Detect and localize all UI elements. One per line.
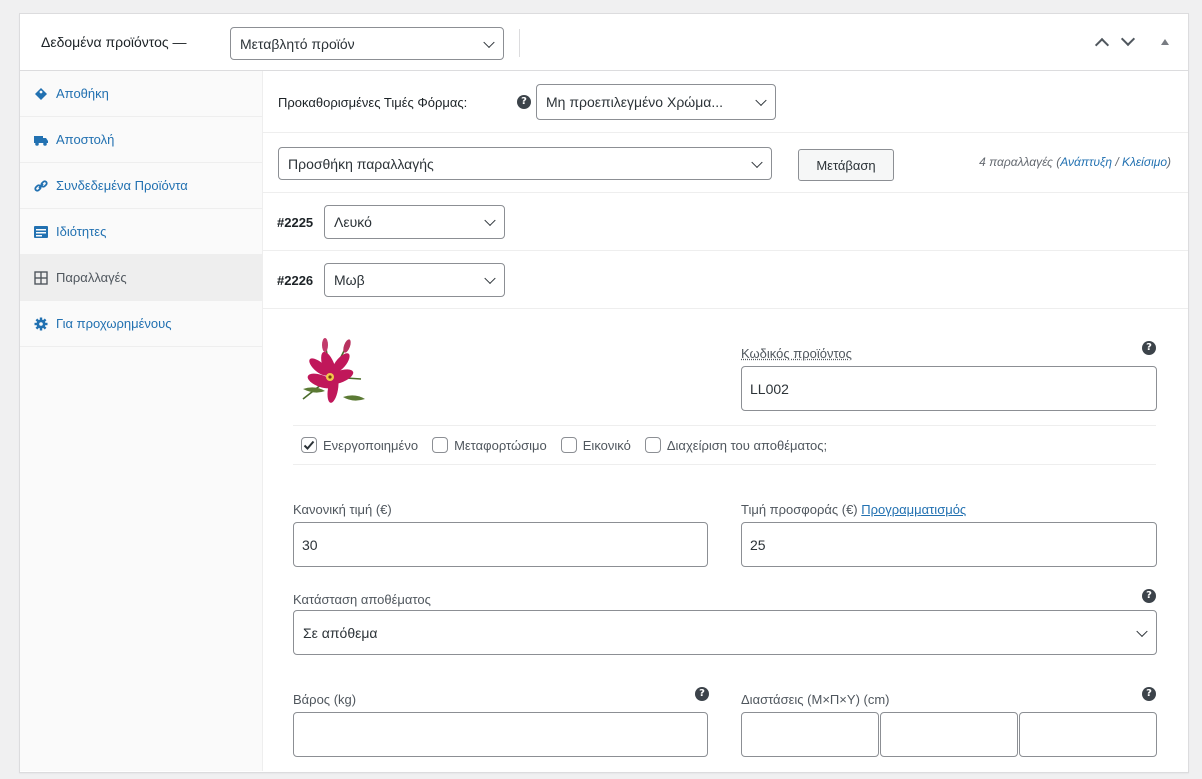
sku-label: Κωδικός προϊόντος <box>741 346 852 361</box>
chevron-down-icon <box>755 94 767 107</box>
checkbox-label: Εικονικό <box>582 437 631 453</box>
expand-all-link[interactable]: Ανάπτυξη <box>1060 155 1112 169</box>
checkmark-icon <box>303 440 315 450</box>
weight-input[interactable] <box>293 712 708 757</box>
caret-down-icon <box>1120 31 1136 47</box>
downloadable-checkbox[interactable]: Μεταφορτώσιμο <box>432 437 547 453</box>
variation-action-select[interactable]: Προσθήκη παραλλαγής <box>278 147 772 180</box>
tab-label: Αποστολή <box>56 132 115 147</box>
tab-linked-products[interactable]: Συνδεδεμένα Προϊόντα <box>20 163 262 209</box>
tab-label: Αποθήκη <box>56 86 109 101</box>
link-icon <box>34 179 48 193</box>
tab-label: Συνδεδεμένα Προϊόντα <box>56 178 188 193</box>
variation-options: Ενεργοποιημένο Μεταφορτώσιμο Εικονικό Δι… <box>293 425 1156 465</box>
variations-panel: Προκαθορισμένες Τιμές Φόρμας: ? Μη προεπ… <box>263 71 1188 771</box>
help-icon[interactable]: ? <box>695 687 709 701</box>
checkbox-label: Διαχείριση του αποθέματος; <box>666 437 828 453</box>
schedule-link[interactable]: Προγραμματισμός <box>861 502 966 517</box>
sale-price-label-text: Τιμή προσφοράς (€) <box>741 502 862 517</box>
dimensions-label: Διαστάσεις (Μ×Π×Υ) (cm) <box>741 692 890 707</box>
variation-attribute-value: Μωβ <box>334 272 365 288</box>
product-type-value: Μεταβλητό προϊόν <box>240 35 355 52</box>
product-type-select[interactable]: Μεταβλητό προϊόν <box>230 27 504 60</box>
stock-status-select[interactable]: Σε απόθεμα <box>293 610 1157 655</box>
variation-attribute-select[interactable]: Λευκό <box>324 205 505 239</box>
product-data-tabs: Αποθήκη Αποστολή Συνδεδεμένα Προϊόντα Ιδ… <box>20 71 263 771</box>
chevron-down-icon <box>484 272 496 285</box>
checkbox-label: Μεταφορτώσιμο <box>454 437 547 453</box>
sku-input[interactable]: LL002 <box>741 366 1157 411</box>
header-separator <box>519 29 520 57</box>
tab-label: Παραλλαγές <box>56 270 127 285</box>
tag-icon <box>34 87 48 101</box>
regular-price-input[interactable]: 30 <box>293 522 708 567</box>
triangle-up-icon <box>1161 39 1169 45</box>
virtual-checkbox[interactable]: Εικονικό <box>560 437 631 453</box>
count-end: ) <box>1167 155 1171 169</box>
tab-label: Για προχωρημένους <box>56 316 172 331</box>
go-button[interactable]: Μετάβαση <box>798 149 894 181</box>
product-data-panel: Δεδομένα προϊόντος — Μεταβλητό προϊόν Απ… <box>19 13 1189 773</box>
default-color-value: Μη προεπιλεγμένο Χρώμα... <box>546 94 724 110</box>
help-icon[interactable]: ? <box>1142 687 1156 701</box>
grid-icon <box>34 270 48 285</box>
gear-icon <box>34 317 48 331</box>
manage-stock-checkbox[interactable]: Διαχείριση του αποθέματος; <box>644 437 828 453</box>
variation-attribute-select[interactable]: Μωβ <box>324 263 505 297</box>
enabled-checkbox[interactable]: Ενεργοποιημένο <box>301 437 418 453</box>
tab-shipping[interactable]: Αποστολή <box>20 117 262 163</box>
toggle-panel-button[interactable] <box>1156 33 1174 51</box>
default-form-values-row: Προκαθορισμένες Τιμές Φόρμας: ? Μη προεπ… <box>263 71 1188 133</box>
variation-details: Κωδικός προϊόντος ? LL002 Ενεργοποιημένο… <box>263 309 1188 779</box>
variation-row[interactable]: #2226 Μωβ <box>263 251 1188 309</box>
variation-id: #2225 <box>277 215 314 230</box>
move-up-button[interactable] <box>1093 33 1111 53</box>
regular-price-label: Κανονική τιμή (€) <box>293 502 392 517</box>
variation-row[interactable]: #2225 Λευκό <box>263 193 1188 251</box>
close-all-link[interactable]: Κλείσιμο <box>1122 155 1167 169</box>
variation-action-value: Προσθήκη παραλλαγής <box>288 155 434 172</box>
length-input[interactable] <box>741 712 879 757</box>
checkbox-box[interactable] <box>432 437 449 453</box>
variation-attribute-value: Λευκό <box>334 214 372 230</box>
help-icon[interactable]: ? <box>517 95 531 109</box>
variation-actions-bar: Προσθήκη παραλλαγής Μετάβαση 4 παραλλαγέ… <box>263 133 1188 193</box>
tab-variations[interactable]: Παραλλαγές <box>20 255 262 301</box>
caret-up-icon <box>1094 37 1110 53</box>
panel-title: Δεδομένα προϊόντος — <box>41 34 187 50</box>
tab-label: Ιδιότητες <box>56 224 107 239</box>
default-color-select[interactable]: Μη προεπιλεγμένο Χρώμα... <box>536 84 776 120</box>
chevron-down-icon <box>484 214 496 227</box>
panel-header: Δεδομένα προϊόντος — Μεταβλητό προϊόν <box>20 14 1188 71</box>
variation-id: #2226 <box>277 273 314 288</box>
chevron-down-icon <box>1136 625 1148 637</box>
tab-inventory[interactable]: Αποθήκη <box>20 71 262 117</box>
tab-advanced[interactable]: Για προχωρημένους <box>20 301 262 347</box>
sale-price-label: Τιμή προσφοράς (€) Προγραμματισμός <box>741 502 966 517</box>
height-input[interactable] <box>1019 712 1157 757</box>
checkbox-label: Ενεργοποιημένο <box>323 437 419 453</box>
stock-status-label: Κατάσταση αποθέματος <box>293 592 431 607</box>
checkbox-box[interactable] <box>560 437 577 453</box>
move-down-button[interactable] <box>1119 31 1137 51</box>
chevron-down-icon <box>483 36 495 48</box>
chevron-down-icon <box>751 156 763 168</box>
truck-icon <box>34 133 48 147</box>
default-form-values-label: Προκαθορισμένες Τιμές Φόρμας: <box>278 95 468 110</box>
list-icon <box>34 225 48 239</box>
stock-status-value: Σε απόθεμα <box>303 624 378 641</box>
checkbox-box[interactable] <box>644 437 661 453</box>
width-input[interactable] <box>880 712 1018 757</box>
weight-label: Βάρος (kg) <box>293 692 357 707</box>
tab-attributes[interactable]: Ιδιότητες <box>20 209 262 255</box>
variations-count: 4 παραλλαγές (Ανάπτυξη / Κλείσιμο) <box>979 155 1171 169</box>
variation-image[interactable] <box>295 337 369 411</box>
help-icon[interactable]: ? <box>1142 341 1156 355</box>
count-text: 4 παραλλαγές ( <box>979 155 1061 169</box>
separator-text: / <box>1111 155 1122 169</box>
checkbox-box[interactable] <box>301 437 317 453</box>
help-icon[interactable]: ? <box>1142 589 1156 603</box>
sale-price-input[interactable]: 25 <box>741 522 1157 567</box>
